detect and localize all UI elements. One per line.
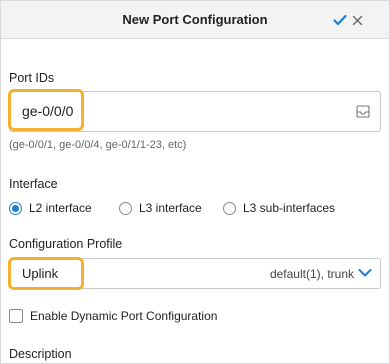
checkmark-icon xyxy=(333,14,347,26)
port-ids-value: ge-0/0/0 xyxy=(22,103,74,119)
configuration-profile-label: Configuration Profile xyxy=(9,237,123,251)
radio-l3-sub-interfaces[interactable]: L3 sub-interfaces xyxy=(223,199,335,217)
close-icon xyxy=(352,15,362,25)
radio-label: L2 interface xyxy=(29,201,92,215)
port-config-dialog: New Port Configuration Port IDs ge-0/0/0… xyxy=(0,0,390,364)
radio-label: L3 sub-interfaces xyxy=(243,201,336,215)
interface-radio-group: L2 interface L3 interface L3 sub-interfa… xyxy=(9,199,381,217)
dynamic-port-label: Enable Dynamic Port Configuration xyxy=(30,309,218,323)
checkbox-box xyxy=(9,309,23,323)
inbox-tray-icon[interactable] xyxy=(356,105,370,118)
radio-indicator xyxy=(119,201,132,215)
dynamic-port-checkbox[interactable]: Enable Dynamic Port Configuration xyxy=(9,307,217,325)
port-ids-input[interactable]: ge-0/0/0 xyxy=(9,91,381,132)
radio-l3-interface[interactable]: L3 interface xyxy=(119,199,202,217)
radio-l2-interface[interactable]: L2 interface xyxy=(9,199,92,217)
configuration-profile-value: Uplink xyxy=(22,266,59,281)
radio-label: L3 interface xyxy=(139,201,202,215)
description-label: Description xyxy=(9,347,72,361)
port-ids-label: Port IDs xyxy=(9,71,55,85)
dialog-header: New Port Configuration xyxy=(1,1,389,39)
chevron-down-icon[interactable] xyxy=(358,267,372,279)
configuration-profile-details: default(1), trunk xyxy=(269,267,354,281)
interface-label: Interface xyxy=(9,177,58,191)
configuration-profile-select[interactable]: Uplink default(1), trunk xyxy=(9,258,381,289)
radio-selected-indicator xyxy=(9,201,22,215)
close-button[interactable] xyxy=(347,10,367,30)
radio-indicator xyxy=(223,201,236,215)
port-ids-hint: (ge-0/0/1, ge-0/0/4, ge-0/1/1-23, etc) xyxy=(9,139,187,151)
